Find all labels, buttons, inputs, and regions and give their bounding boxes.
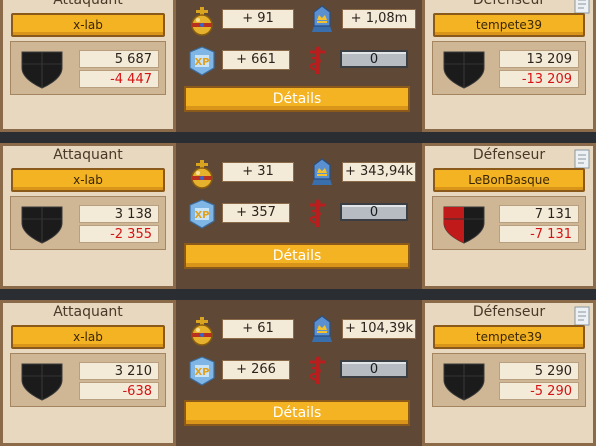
defender-panel: Défenseur tempete39 5 290 -5 290: [422, 300, 596, 446]
attacker-stats: 3 210 -638: [10, 353, 166, 407]
loot-summary: + 31 + 343,94k + 357 0 Détails: [176, 143, 422, 289]
details-button[interactable]: Détails: [184, 400, 410, 426]
defender-army-loss: -5 290: [499, 382, 579, 400]
attacker-army-loss: -2 355: [79, 225, 159, 243]
xp-gain: + 661: [222, 50, 290, 70]
attacker-army-loss: -638: [79, 382, 159, 400]
shield-icon: [19, 201, 65, 245]
details-button[interactable]: Détails: [184, 86, 410, 112]
attacker-title: Attaquant: [53, 0, 123, 8]
attacker-name-button[interactable]: x-lab: [11, 13, 165, 37]
loot-summary: + 91 + 1,08m + 661 0 Détails: [176, 0, 422, 132]
defender-army-loss: -13 209: [499, 70, 579, 88]
defender-title: Défenseur: [472, 0, 546, 8]
healed-count: 0: [340, 50, 408, 68]
report-paper-icon[interactable]: [573, 305, 591, 327]
attacker-stats: 5 687 -4 447: [10, 41, 166, 95]
battle-report: Attaquant x-lab 5 687 -4 447 + 91 + 1,08…: [0, 0, 596, 132]
xp-gain: + 357: [222, 203, 290, 223]
shield-icon: [441, 201, 487, 245]
attacker-army-value: 3 210: [79, 362, 159, 380]
defender-army-loss: -7 131: [499, 225, 579, 243]
attacker-title: Attaquant: [53, 304, 123, 320]
details-button[interactable]: Détails: [184, 243, 410, 269]
battle-report: Attaquant x-lab 3 210 -638 + 61 + 104,39…: [0, 300, 596, 446]
attacker-army-value: 3 138: [79, 205, 159, 223]
xp-shield-icon: [186, 356, 218, 386]
attacker-name-button[interactable]: x-lab: [11, 325, 165, 349]
xp-shield-icon: [186, 46, 218, 76]
xp-shield-icon: [186, 199, 218, 229]
defender-panel: Défenseur tempete39 13 209 -13 209: [422, 0, 596, 132]
trophy-blue-icon: [306, 157, 338, 187]
attacker-name-button[interactable]: x-lab: [11, 168, 165, 192]
shield-icon: [19, 46, 65, 90]
loot-summary: + 61 + 104,39k + 266 0 Détails: [176, 300, 422, 446]
orb-gain: + 31: [222, 162, 294, 182]
trophy-blue-icon: [306, 4, 338, 34]
caduceus-icon: [302, 199, 334, 229]
trophy-gain: + 1,08m: [342, 9, 416, 29]
orb-gain: + 91: [222, 9, 294, 29]
shield-icon: [441, 46, 487, 90]
xp-gain: + 266: [222, 360, 290, 380]
attacker-panel: Attaquant x-lab 5 687 -4 447: [0, 0, 176, 132]
defender-name-button[interactable]: tempete39: [433, 13, 585, 37]
separator: [0, 294, 596, 300]
defender-army-value: 13 209: [499, 50, 579, 68]
trophy-gain: + 343,94k: [342, 162, 416, 182]
defender-army-value: 7 131: [499, 205, 579, 223]
defender-title: Défenseur: [472, 304, 546, 320]
defender-stats: 13 209 -13 209: [432, 41, 586, 95]
defender-name-button[interactable]: LeBonBasque: [433, 168, 585, 192]
defender-panel: Défenseur LeBonBasque 7 131 -7 131: [422, 143, 596, 289]
attacker-panel: Attaquant x-lab 3 138 -2 355: [0, 143, 176, 289]
healed-count: 0: [340, 360, 408, 378]
attacker-title: Attaquant: [53, 147, 123, 163]
attacker-panel: Attaquant x-lab 3 210 -638: [0, 300, 176, 446]
shield-icon: [441, 358, 487, 402]
defender-army-value: 5 290: [499, 362, 579, 380]
separator: [0, 137, 596, 143]
trophy-blue-icon: [306, 314, 338, 344]
caduceus-icon: [302, 46, 334, 76]
defender-title: Défenseur: [472, 147, 546, 163]
caduceus-icon: [302, 356, 334, 386]
defender-stats: 7 131 -7 131: [432, 196, 586, 250]
defender-name-button[interactable]: tempete39: [433, 325, 585, 349]
defender-stats: 5 290 -5 290: [432, 353, 586, 407]
crown-orb-icon: [186, 6, 218, 36]
shield-icon: [19, 358, 65, 402]
healed-count: 0: [340, 203, 408, 221]
trophy-gain: + 104,39k: [342, 319, 416, 339]
orb-gain: + 61: [222, 319, 294, 339]
attacker-army-value: 5 687: [79, 50, 159, 68]
crown-orb-icon: [186, 316, 218, 346]
attacker-army-loss: -4 447: [79, 70, 159, 88]
battle-report: Attaquant x-lab 3 138 -2 355 + 31 + 343,…: [0, 143, 596, 289]
crown-orb-icon: [186, 159, 218, 189]
attacker-stats: 3 138 -2 355: [10, 196, 166, 250]
report-paper-icon[interactable]: [573, 148, 591, 170]
